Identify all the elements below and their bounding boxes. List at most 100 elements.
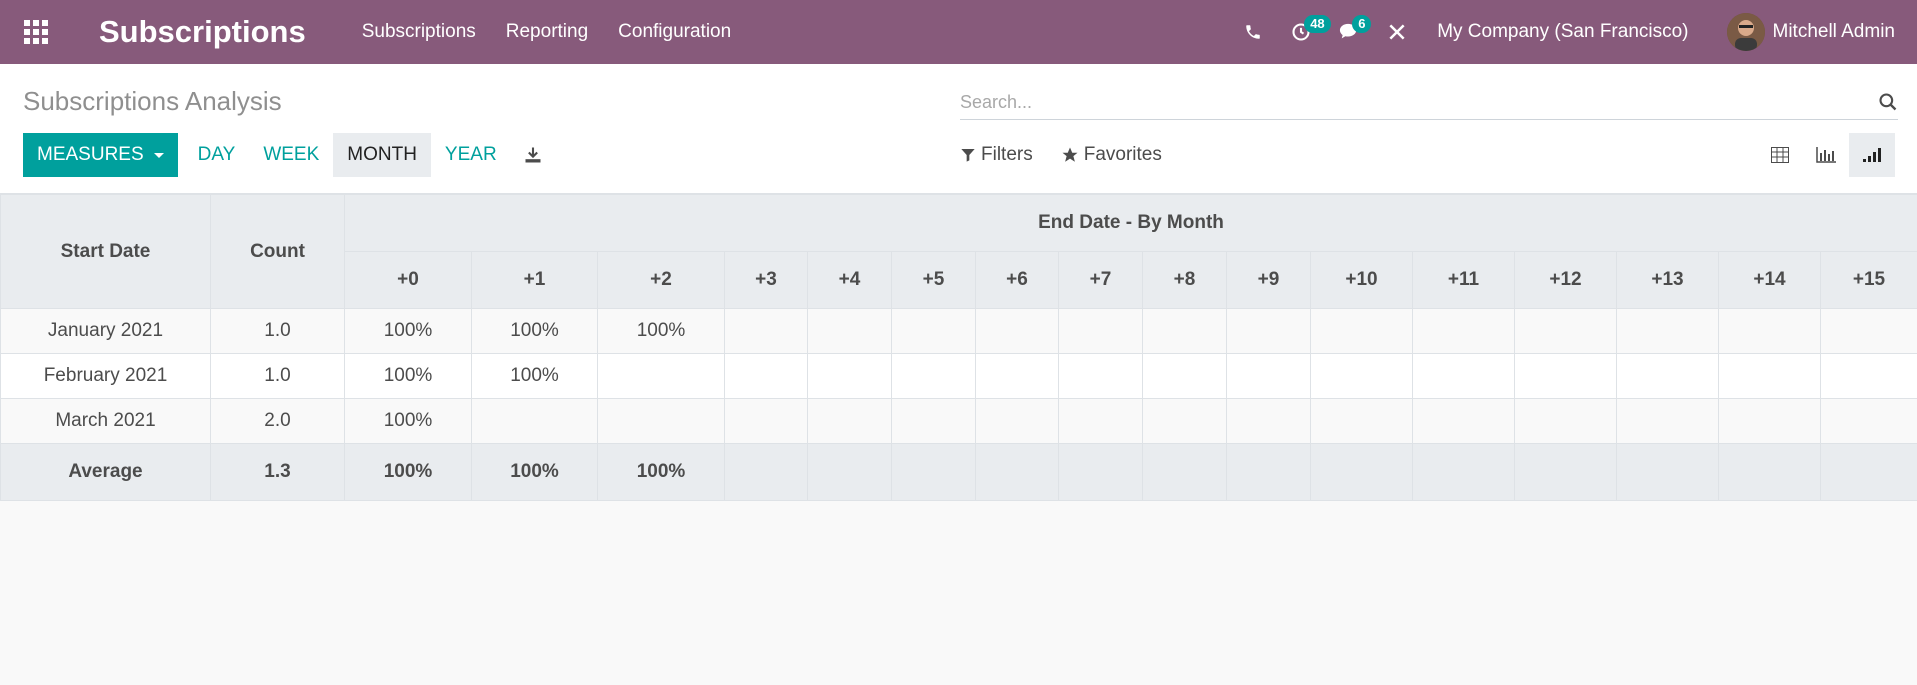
cohort-cell <box>1310 398 1413 444</box>
cohort-cell[interactable]: 100% <box>597 308 725 354</box>
favorites-button[interactable]: Favorites <box>1061 144 1162 166</box>
cohort-cell[interactable]: 100% <box>471 353 598 399</box>
cohort-cell <box>1058 353 1143 399</box>
search-input[interactable] <box>960 88 1860 116</box>
menu-subscriptions[interactable]: Subscriptions <box>362 21 476 43</box>
header-period: +12 <box>1514 251 1617 309</box>
apps-menu-icon[interactable] <box>0 0 72 64</box>
footer-cell <box>1058 443 1143 501</box>
download-icon[interactable] <box>523 133 543 177</box>
cohort-cell <box>597 398 725 444</box>
footer-cell <box>724 443 808 501</box>
caret-down-icon <box>153 152 164 158</box>
messages-icon[interactable]: 6 <box>1329 0 1372 64</box>
header-period: +2 <box>597 251 725 309</box>
interval-week-button[interactable]: WEEK <box>249 133 333 177</box>
cohort-cell[interactable]: 100% <box>344 398 472 444</box>
footer-cell <box>1514 443 1617 501</box>
star-icon <box>1062 147 1078 162</box>
cohort-table: Start Date Count End Date - By Month +0 +… <box>0 194 1917 501</box>
row-count: 1.0 <box>210 308 345 354</box>
header-period: +14 <box>1718 251 1821 309</box>
menu-reporting[interactable]: Reporting <box>506 21 588 43</box>
table-row[interactable]: January 2021 1.0 100% 100% 100% <box>0 308 1917 354</box>
company-switcher[interactable]: My Company (San Francisco) <box>1437 21 1688 43</box>
header-period: +6 <box>975 251 1059 309</box>
top-navbar: Subscriptions Subscriptions Reporting Co… <box>0 0 1917 64</box>
cohort-cell <box>1226 353 1311 399</box>
cohort-cell <box>1718 308 1821 354</box>
footer-cell <box>1310 443 1413 501</box>
search-icon[interactable] <box>1878 92 1898 117</box>
cohort-cell <box>1819 353 1917 399</box>
cohort-cell <box>1058 398 1143 444</box>
cohort-cell <box>724 353 808 399</box>
measures-label: MEASURES <box>37 144 144 165</box>
header-period: +4 <box>807 251 892 309</box>
cohort-cell <box>807 353 892 399</box>
header-period: +3 <box>724 251 808 309</box>
footer-cell <box>1226 443 1311 501</box>
cohort-cell <box>975 398 1059 444</box>
cohort-cell <box>1142 398 1227 444</box>
interval-year-button[interactable]: YEAR <box>431 133 511 177</box>
row-count: 1.0 <box>210 353 345 399</box>
footer-cell: 100% <box>471 443 598 501</box>
cohort-cell <box>1412 353 1515 399</box>
activity-clock-icon[interactable]: 48 <box>1281 0 1331 64</box>
message-count-badge: 6 <box>1352 15 1372 33</box>
cohort-cell <box>1819 308 1917 354</box>
footer-cell: 100% <box>597 443 725 501</box>
cohort-view-icon[interactable] <box>1849 133 1895 177</box>
page-title: Subscriptions Analysis <box>23 86 282 116</box>
cohort-cell <box>724 398 808 444</box>
activity-count-badge: 48 <box>1304 15 1331 33</box>
cohort-cell <box>975 308 1059 354</box>
cohort-cell <box>1514 353 1617 399</box>
cohort-cell <box>807 398 892 444</box>
footer-cell <box>1718 443 1821 501</box>
header-end-date-group: End Date - By Month <box>343 194 1917 252</box>
pivot-view-icon[interactable] <box>1757 133 1803 177</box>
filters-button[interactable]: Filters <box>960 144 1033 166</box>
cohort-cell <box>891 353 976 399</box>
row-start-date: February 2021 <box>0 353 211 399</box>
footer-label: Average <box>0 443 211 501</box>
header-period: +8 <box>1142 251 1227 309</box>
user-menu[interactable]: Mitchell Admin <box>1773 21 1896 43</box>
cohort-cell <box>1514 398 1617 444</box>
row-start-date: January 2021 <box>0 308 211 354</box>
cohort-cell[interactable]: 100% <box>471 308 598 354</box>
menu-configuration[interactable]: Configuration <box>618 21 731 43</box>
phone-icon[interactable] <box>1233 0 1273 64</box>
cohort-cell <box>471 398 598 444</box>
footer-cell: 100% <box>344 443 472 501</box>
footer-cell <box>1616 443 1719 501</box>
interval-month-button[interactable]: MONTH <box>333 133 431 177</box>
cohort-cell <box>1616 353 1719 399</box>
cohort-cell[interactable]: 100% <box>344 353 472 399</box>
table-row[interactable]: March 2021 2.0 100% <box>0 398 1917 444</box>
footer-cell <box>891 443 976 501</box>
debug-tools-icon[interactable] <box>1377 0 1417 64</box>
cohort-cell <box>1514 308 1617 354</box>
app-brand[interactable]: Subscriptions <box>99 14 306 50</box>
user-avatar[interactable] <box>1726 13 1765 51</box>
header-period: +1 <box>471 251 598 309</box>
favorites-label: Favorites <box>1083 144 1162 165</box>
cohort-cell <box>807 308 892 354</box>
cohort-cell <box>1718 353 1821 399</box>
graph-view-icon[interactable] <box>1803 133 1849 177</box>
cohort-cell <box>1412 398 1515 444</box>
table-row[interactable]: February 2021 1.0 100% 100% <box>0 353 1917 399</box>
cohort-cell <box>1718 398 1821 444</box>
interval-day-button[interactable]: DAY <box>184 133 250 177</box>
cohort-cell <box>1310 308 1413 354</box>
cohort-cell[interactable]: 100% <box>344 308 472 354</box>
table-footer-row: Average 1.3 100% 100% 100% <box>0 443 1917 501</box>
cohort-cell <box>1058 308 1143 354</box>
measures-button[interactable]: MEASURES <box>23 133 178 177</box>
header-period: +7 <box>1058 251 1143 309</box>
header-period: +9 <box>1226 251 1311 309</box>
footer-cell <box>1412 443 1515 501</box>
